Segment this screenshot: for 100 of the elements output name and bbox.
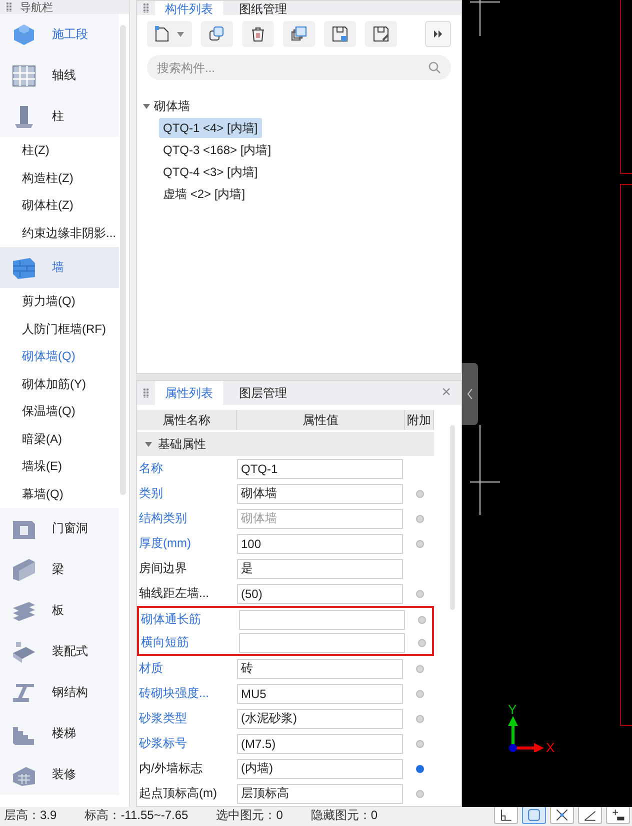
nav-category[interactable]: 轴线 xyxy=(0,55,119,96)
save-button[interactable] xyxy=(324,21,356,47)
new-button[interactable] xyxy=(147,21,192,47)
attach-dot[interactable] xyxy=(416,690,424,698)
nav-item[interactable]: 剪力墙(Q) xyxy=(0,288,119,316)
tree-group[interactable]: 砌体墙 xyxy=(154,98,190,114)
search-icon xyxy=(428,61,441,74)
caret-icon xyxy=(177,32,184,36)
status-value: 0 xyxy=(276,808,283,822)
property-value-field[interactable]: 100 xyxy=(237,534,403,554)
nav-category[interactable]: 墙 xyxy=(0,247,119,288)
snap-tool-button[interactable] xyxy=(494,806,518,824)
tree-item[interactable]: QTQ-1 <4> [内墙] xyxy=(159,118,262,138)
property-value-field[interactable]: (内墙) xyxy=(237,758,403,778)
collapse-arrow-icon[interactable] xyxy=(145,442,152,446)
attach-dot[interactable] xyxy=(416,790,424,798)
property-name: 横向短筋 xyxy=(140,634,190,651)
nav-category[interactable]: 梁 xyxy=(0,549,119,590)
column-header: 属性名称 xyxy=(137,410,237,430)
panel-title: 导航栏 xyxy=(20,0,53,14)
nav-item[interactable]: 构造柱(Z) xyxy=(0,164,119,192)
new-file-icon xyxy=(153,25,171,43)
property-value-field[interactable]: (水泥砂浆) xyxy=(237,708,403,728)
property-value-field[interactable]: 砌体墙 xyxy=(237,484,403,504)
delete-button[interactable] xyxy=(242,21,274,47)
property-value-field[interactable]: 砖 xyxy=(237,658,403,678)
attach-dot[interactable] xyxy=(416,490,424,498)
property-name: 结构类别 xyxy=(138,510,188,527)
attach-dot[interactable] xyxy=(416,514,424,522)
nav-category[interactable]: 装修 xyxy=(0,754,119,795)
scrollbar[interactable] xyxy=(450,425,455,610)
status-label: 隐藏图元： xyxy=(310,806,371,824)
tree-item[interactable]: 虚墙 <2> [内墙] xyxy=(159,184,250,204)
attach-dot[interactable] xyxy=(416,714,424,722)
property-value-field[interactable]: QTQ-1 xyxy=(237,458,403,478)
property-name: 砂浆标号 xyxy=(138,735,188,752)
tree-item[interactable]: QTQ-4 <3> [内墙] xyxy=(159,162,262,182)
drag-handle-icon[interactable] xyxy=(143,3,149,13)
column-header: 附加 xyxy=(405,410,434,430)
attach-dot[interactable] xyxy=(418,638,426,646)
copy-icon xyxy=(208,25,226,43)
drag-handle-icon[interactable] xyxy=(6,2,12,12)
attach-dot[interactable] xyxy=(416,664,424,672)
property-name: 起点顶标高(m) xyxy=(138,785,218,802)
property-name: 内/外墙标志 xyxy=(138,760,204,777)
nav-item[interactable]: 保温墙(Q) xyxy=(0,398,119,426)
group-label: 基础属性 xyxy=(158,436,206,452)
property-value-field[interactable]: (50) xyxy=(237,584,403,604)
nav-item[interactable]: 约束边缘非阴影... xyxy=(0,220,119,247)
snap-tool-button[interactable] xyxy=(522,806,546,824)
attach-dot[interactable] xyxy=(416,764,424,772)
panel-tab[interactable]: 属性列表 xyxy=(155,381,223,405)
nav-category[interactable]: 楼梯 xyxy=(0,713,119,754)
attach-dot[interactable] xyxy=(416,540,424,548)
panel-tab[interactable]: 构件列表 xyxy=(155,1,223,15)
nav-item[interactable]: 暗梁(A) xyxy=(0,426,119,453)
attach-dot[interactable] xyxy=(416,740,424,748)
nav-item[interactable]: 砌体墙(Q) xyxy=(0,343,119,370)
scrollbar[interactable] xyxy=(120,25,126,495)
nav-item[interactable]: 砌体加筋(Y) xyxy=(0,370,119,398)
snap-tool-button[interactable] xyxy=(578,806,602,824)
attach-dot[interactable] xyxy=(418,616,426,624)
double-arrow-icon xyxy=(434,30,442,38)
panel-tab[interactable]: 图层管理 xyxy=(229,381,297,405)
search-field[interactable]: 搜索构件... xyxy=(147,55,451,80)
nav-category[interactable]: 板 xyxy=(0,590,119,631)
nav-item[interactable]: 幕墙(Q) xyxy=(0,480,119,508)
attach-dot[interactable] xyxy=(416,590,424,598)
copy-to-button[interactable] xyxy=(283,21,315,47)
snap-tool-button[interactable] xyxy=(606,806,630,824)
status-value: -11.55~-7.65 xyxy=(120,808,188,822)
chevron-left-icon xyxy=(467,389,473,399)
copy-button[interactable] xyxy=(201,21,233,47)
nav-item[interactable]: 人防门框墙(RF) xyxy=(0,316,119,343)
snap-tool-button[interactable] xyxy=(550,806,574,824)
category-icon xyxy=(10,62,38,88)
property-value-field[interactable]: 层顶标高 xyxy=(237,784,403,804)
drag-handle-icon[interactable] xyxy=(143,388,149,398)
nav-item[interactable]: 墙垛(E) xyxy=(0,453,119,480)
property-value-field[interactable]: MU5 xyxy=(237,684,403,704)
drawing-canvas[interactable]: Y X xyxy=(462,0,632,807)
edit-button[interactable] xyxy=(365,21,397,47)
panel-tab[interactable]: 图纸管理 xyxy=(229,1,297,15)
property-value-field[interactable]: 是 xyxy=(237,558,403,578)
collapse-handle[interactable] xyxy=(462,363,478,425)
property-value-field[interactable] xyxy=(239,632,405,652)
property-value-field[interactable] xyxy=(239,610,405,630)
nav-category[interactable]: 施工段 xyxy=(0,14,119,55)
nav-category[interactable]: 门窗洞 xyxy=(0,508,119,549)
property-value-field[interactable]: (M7.5) xyxy=(237,734,403,754)
nav-category[interactable]: 柱 xyxy=(0,96,119,137)
expand-arrow-icon[interactable] xyxy=(143,104,150,108)
nav-category[interactable]: 装配式 xyxy=(0,631,119,672)
tree-item[interactable]: QTQ-3 <168> [内墙] xyxy=(159,140,276,160)
nav-item[interactable]: 砌体柱(Z) xyxy=(0,192,119,220)
axis-label: X xyxy=(546,740,555,755)
more-button[interactable] xyxy=(425,21,451,47)
nav-item[interactable]: 柱(Z) xyxy=(0,137,119,164)
nav-category[interactable]: 钢结构 xyxy=(0,672,119,713)
property-group[interactable]: 基础属性 xyxy=(137,432,434,456)
